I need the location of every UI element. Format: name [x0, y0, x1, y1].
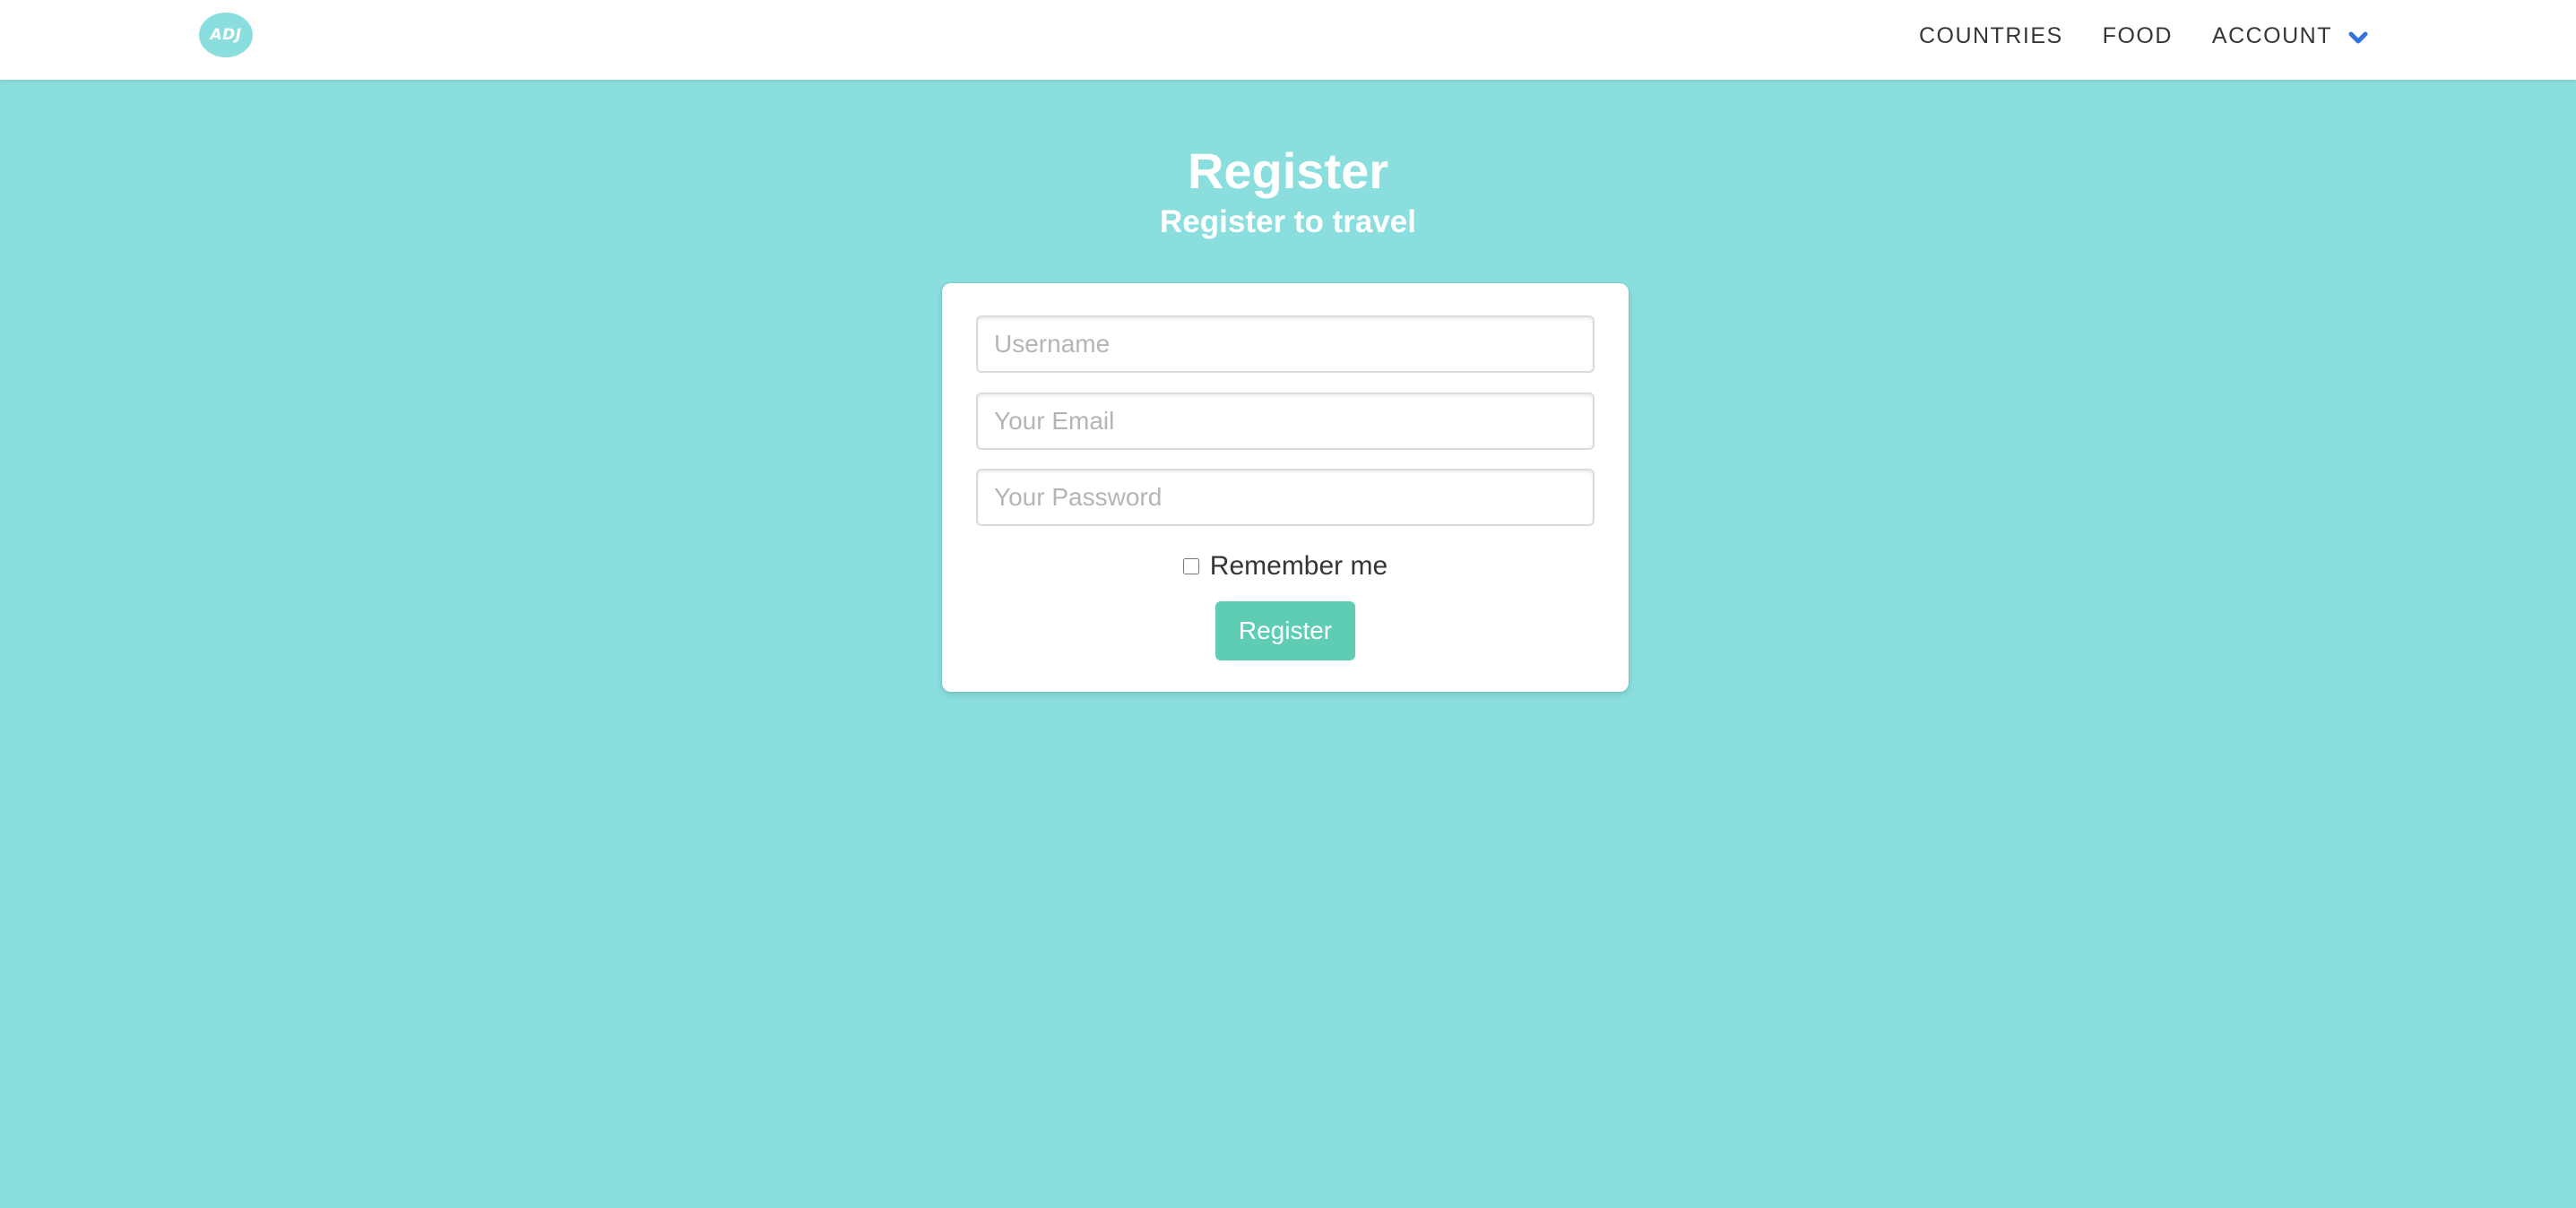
username-input[interactable] [976, 315, 1595, 373]
navbar: ADJ COUNTRIES FOOD ACCOUNT [0, 0, 2576, 80]
nav-item-account[interactable]: ACCOUNT [2212, 23, 2370, 49]
brand-logo[interactable]: ADJ [199, 13, 253, 57]
register-button[interactable]: Register [1215, 601, 1355, 660]
nav-item-label: FOOD [2102, 22, 2173, 48]
page-title: Register [1187, 142, 1389, 199]
brand-logo-text: ADJ [210, 26, 242, 44]
remember-me-label[interactable]: Remember me [1210, 551, 1387, 582]
email-input[interactable] [976, 393, 1595, 450]
nav-item-label: COUNTRIES [1918, 22, 2063, 48]
page-subtitle: Register to travel [1160, 204, 1416, 239]
remember-me-checkbox[interactable] [1182, 558, 1199, 574]
remember-me-row: Remember me [942, 551, 1629, 582]
nav-item-food[interactable]: FOOD [2103, 23, 2173, 49]
chevron-down-icon[interactable] [2347, 29, 2370, 47]
nav-menu: COUNTRIES FOOD ACCOUNT [1880, 0, 2370, 72]
password-input[interactable] [976, 469, 1595, 526]
nav-item-label: ACCOUNT [2211, 22, 2332, 48]
nav-item-countries[interactable]: COUNTRIES [1919, 23, 2063, 49]
register-form: Remember me Register [942, 283, 1629, 692]
